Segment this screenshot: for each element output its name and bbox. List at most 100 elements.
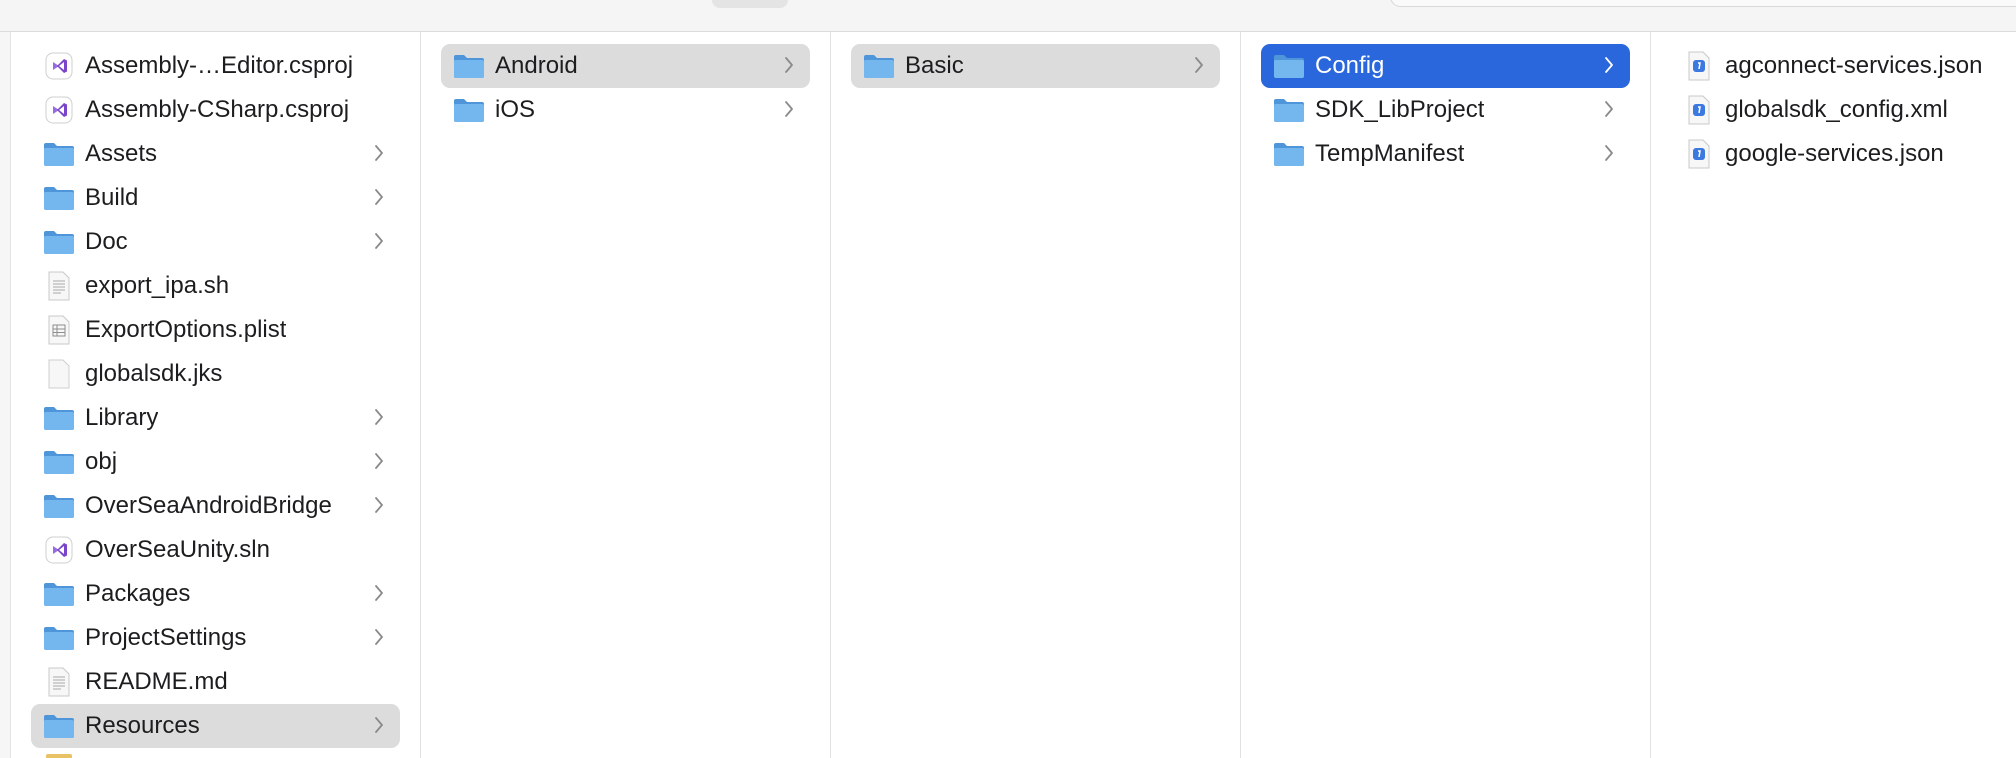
item-label: agconnect-services.json — [1725, 52, 1983, 79]
list-item[interactable]: Assembly-…Editor.csproj — [31, 44, 400, 88]
item-label: Android — [495, 52, 578, 79]
chevron-right-icon — [372, 405, 386, 429]
chevron-right-icon — [372, 185, 386, 209]
list-item[interactable]: obj — [31, 440, 400, 484]
list-item[interactable]: Assets — [31, 132, 400, 176]
list-item[interactable]: Android — [441, 44, 810, 88]
item-label: Library — [85, 404, 159, 431]
folder-icon — [43, 623, 75, 653]
folder-icon — [43, 579, 75, 609]
list-item[interactable]: ProjectSettings — [31, 616, 400, 660]
column-4-list: Config SDK_LibProject TempManifest — [1241, 32, 1650, 176]
item-label: Build — [85, 184, 139, 211]
partial-item-icon — [46, 754, 72, 758]
view-mode-segment[interactable] — [712, 0, 788, 8]
list-item[interactable]: export_ipa.sh — [31, 264, 400, 308]
chevron-right-icon — [1602, 97, 1616, 121]
item-label: google-services.json — [1725, 140, 1944, 167]
vs-solution-icon — [43, 51, 75, 81]
list-item[interactable]: Packages — [31, 572, 400, 616]
item-label: Doc — [85, 228, 128, 255]
list-item[interactable]: README.md — [31, 660, 400, 704]
item-label: Resources — [85, 712, 200, 739]
folder-icon — [453, 51, 485, 81]
chevron-right-icon — [372, 493, 386, 517]
json-file-icon — [1683, 95, 1715, 125]
chevron-right-icon — [372, 625, 386, 649]
folder-icon — [43, 491, 75, 521]
vs-solution-icon — [43, 535, 75, 565]
text-file-icon — [43, 271, 75, 301]
list-item[interactable]: OverSeaUnity.sln — [31, 528, 400, 572]
folder-icon — [43, 139, 75, 169]
chevron-right-icon — [372, 449, 386, 473]
list-item[interactable]: TempManifest — [1261, 132, 1630, 176]
list-item[interactable]: Config — [1261, 44, 1630, 88]
list-item[interactable]: globalsdk_config.xml — [1671, 88, 1996, 132]
item-label: Packages — [85, 580, 191, 607]
folder-icon — [43, 711, 75, 741]
item-label: Basic — [905, 52, 964, 79]
json-file-icon — [1683, 51, 1715, 81]
toolbar — [0, 0, 2016, 32]
list-item[interactable]: Build — [31, 176, 400, 220]
column-4[interactable]: Config SDK_LibProject TempManifest — [1241, 32, 1651, 758]
item-label: Assembly-…Editor.csproj — [85, 52, 354, 79]
chevron-right-icon — [1602, 53, 1616, 77]
chevron-right-icon — [372, 713, 386, 737]
json-file-icon — [1683, 139, 1715, 169]
column-2-list: Android iOS — [421, 32, 830, 132]
folder-icon — [1273, 51, 1305, 81]
item-label: export_ipa.sh — [85, 272, 230, 299]
item-label: OverSeaAndroidBridge — [85, 492, 332, 519]
search-field[interactable] — [1390, 0, 2016, 7]
item-label: SDK_LibProject — [1315, 96, 1485, 123]
folder-icon — [1273, 139, 1305, 169]
chevron-right-icon — [1602, 141, 1616, 165]
list-item[interactable]: Basic — [851, 44, 1220, 88]
item-label: ProjectSettings — [85, 624, 247, 651]
list-item[interactable]: iOS — [441, 88, 810, 132]
item-label: TempManifest — [1315, 140, 1465, 167]
item-label: Assembly-CSharp.csproj — [85, 96, 350, 123]
list-item[interactable]: Doc — [31, 220, 400, 264]
text-file-icon — [43, 667, 75, 697]
column-3[interactable]: Basic — [831, 32, 1241, 758]
plist-file-icon — [43, 315, 75, 345]
item-label: obj — [85, 448, 118, 475]
chevron-right-icon — [782, 53, 796, 77]
item-label: globalsdk_config.xml — [1725, 96, 1948, 123]
list-item[interactable]: google-services.json — [1671, 132, 1996, 176]
folder-icon — [43, 403, 75, 433]
folder-icon — [43, 183, 75, 213]
list-item[interactable]: Resources — [31, 704, 400, 748]
folder-icon — [863, 51, 895, 81]
column-5[interactable]: agconnect-services.json globalsdk_config.… — [1651, 32, 2016, 758]
list-item[interactable]: globalsdk.jks — [31, 352, 400, 396]
item-label: ExportOptions.plist — [85, 316, 287, 343]
folder-icon — [43, 227, 75, 257]
chevron-right-icon — [372, 229, 386, 253]
sidebar-edge — [0, 32, 11, 758]
list-item[interactable]: ExportOptions.plist — [31, 308, 400, 352]
column-1[interactable]: Assembly-…Editor.csproj Assembly-CSharp.c… — [11, 32, 421, 758]
folder-icon — [453, 95, 485, 125]
column-3-list: Basic — [831, 32, 1240, 88]
item-label: Assets — [85, 140, 158, 167]
column-2[interactable]: Android iOS — [421, 32, 831, 758]
list-item[interactable]: Assembly-CSharp.csproj — [31, 88, 400, 132]
list-item[interactable]: agconnect-services.json — [1671, 44, 1996, 88]
vs-solution-icon — [43, 95, 75, 125]
list-item[interactable]: SDK_LibProject — [1261, 88, 1630, 132]
item-label: Config — [1315, 52, 1385, 79]
list-item[interactable]: Library — [31, 396, 400, 440]
list-item[interactable]: OverSeaAndroidBridge — [31, 484, 400, 528]
item-label: README.md — [85, 668, 228, 695]
chevron-right-icon — [1192, 53, 1206, 77]
item-label: iOS — [495, 96, 536, 123]
item-label: OverSeaUnity.sln — [85, 536, 270, 563]
chevron-right-icon — [782, 97, 796, 121]
blank-file-icon — [43, 359, 75, 389]
folder-icon — [1273, 95, 1305, 125]
folder-icon — [43, 447, 75, 477]
